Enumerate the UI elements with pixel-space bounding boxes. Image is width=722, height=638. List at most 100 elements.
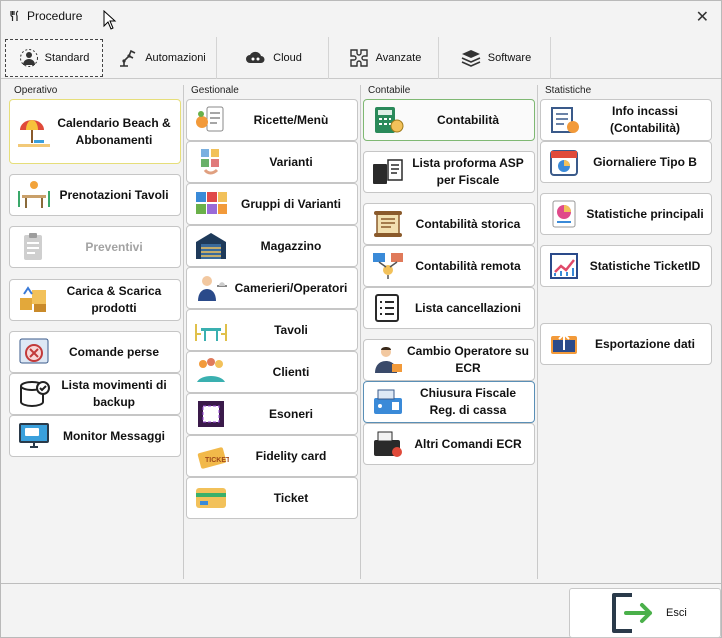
button-label: Contabilità remota <box>415 258 521 273</box>
button-label: Altri Comandi ECR <box>414 436 522 451</box>
clienti-button[interactable]: Clienti <box>186 351 358 393</box>
lista-cancellazioni-button[interactable]: Lista cancellazioni <box>363 287 535 329</box>
register-icon <box>374 389 402 414</box>
carica-scarica-button[interactable]: Carica & Scarica prodotti <box>9 279 181 321</box>
prenotazioni-tavoli-button[interactable]: Prenotazioni Tavoli <box>9 174 181 216</box>
boxes-icon <box>20 286 46 312</box>
button-label: Lista cancellazioni <box>414 300 522 315</box>
tables-icon <box>195 324 227 341</box>
close-icon[interactable]: ✕ <box>696 7 709 27</box>
variants-icon <box>201 149 219 175</box>
button-label: Ticket <box>273 490 309 505</box>
robot-arm-icon <box>120 49 136 67</box>
tab-cloud[interactable]: Cloud <box>219 37 329 79</box>
contabilita-remota-button[interactable]: Contabilità remota <box>363 245 535 287</box>
svg-text:TICKET: TICKET <box>205 457 229 464</box>
comande-perse-button[interactable]: Comande perse <box>9 331 181 373</box>
fidelity-card-button[interactable]: TICKET Fidelity card <box>186 435 358 477</box>
gruppi-varianti-button[interactable]: Gruppi di Varianti <box>186 183 358 225</box>
button-label: Prenotazioni Tavoli <box>59 187 169 202</box>
puzzle-icon <box>349 49 368 67</box>
waiter-icon <box>198 276 227 301</box>
window-title: Procedure <box>27 9 83 23</box>
statistiche-principali-button[interactable]: Statistiche principali <box>540 193 712 235</box>
button-label: Camerieri/Operatori <box>234 280 348 295</box>
calendario-beach-button[interactable]: Calendario Beach & Abbonamenti <box>9 99 181 164</box>
magazzino-button[interactable]: Magazzino <box>186 225 358 267</box>
contabilita-storica-button[interactable]: Contabilità storica <box>363 203 535 245</box>
table-booking-icon <box>18 181 50 208</box>
tab-software[interactable]: Software <box>441 37 551 79</box>
ricette-menu-button[interactable]: Ricette/Menù <box>186 99 358 141</box>
recipe-icon <box>196 106 224 132</box>
column-divider <box>360 85 361 579</box>
tab-automazioni[interactable]: Automazioni <box>107 37 217 79</box>
contabilita-button[interactable]: Contabilità <box>363 99 535 141</box>
button-label: Tavoli <box>274 322 308 337</box>
button-label: Statistiche principali <box>586 206 704 221</box>
gear-person-icon <box>19 49 38 67</box>
pie-chart-icon <box>552 200 576 228</box>
cambio-operatore-button[interactable]: Cambio Operatore su ECR <box>363 339 535 381</box>
button-label: Comande perse <box>68 344 160 359</box>
varianti-button[interactable]: Varianti <box>186 141 358 183</box>
clipboard-icon <box>24 233 42 260</box>
proforma-icon <box>373 159 403 184</box>
button-label: Statistiche TicketID <box>589 258 701 273</box>
button-label: Fidelity card <box>255 448 327 463</box>
camerieri-operatori-button[interactable]: Camerieri/Operatori <box>186 267 358 309</box>
esci-button[interactable]: Esci <box>569 588 721 638</box>
tavoli-button[interactable]: Tavoli <box>186 309 358 351</box>
altri-comandi-ecr-button[interactable]: Altri Comandi ECR <box>363 423 535 465</box>
clients-icon <box>197 358 225 382</box>
button-label: Chiusura Fiscale Reg. di cassa <box>419 386 517 417</box>
income-icon <box>551 107 579 133</box>
tab-standard[interactable]: Standard <box>5 39 103 77</box>
lost-order-icon <box>19 338 49 364</box>
button-label: Giornaliere Tipo B <box>593 154 697 169</box>
monitor-icon <box>19 423 49 448</box>
preventivi-button[interactable]: Preventivi <box>9 226 181 268</box>
list-icon <box>375 294 399 322</box>
button-label: Esportazione dati <box>594 336 695 351</box>
tab-label: Software <box>487 52 532 64</box>
esportazione-dati-button[interactable]: Esportazione dati <box>540 323 712 365</box>
button-label: Magazzino <box>260 238 322 253</box>
esci-label: Esci <box>666 607 687 619</box>
lista-movimenti-backup-button[interactable]: Lista movimenti di backup <box>9 373 181 415</box>
tab-label: Avanzate <box>375 52 422 64</box>
tab-label: Automazioni <box>145 52 206 64</box>
tab-avanzate[interactable]: Avanzate <box>331 37 439 79</box>
calendar-chart-icon <box>550 150 578 176</box>
card-icon <box>196 488 226 508</box>
chiusura-fiscale-button[interactable]: Chiusura Fiscale Reg. di cassa <box>363 381 535 423</box>
warehouse-icon <box>196 233 226 259</box>
lista-proforma-button[interactable]: Lista proforma ASP per Fiscale <box>363 151 535 193</box>
cloud-icon <box>246 51 265 63</box>
statistiche-ticketid-button[interactable]: Statistiche TicketID <box>540 245 712 287</box>
export-icon <box>551 332 577 354</box>
info-incassi-button[interactable]: Info incassi (Contabilità) <box>540 99 712 141</box>
section-label-operativo: Operativo <box>14 85 58 96</box>
button-label: Carica & Scarica prodotti <box>66 284 162 315</box>
button-label: Contabilità <box>437 112 499 127</box>
esoneri-button[interactable]: Esoneri <box>186 393 358 435</box>
button-label: Contabilità storica <box>415 216 521 231</box>
trend-chart-icon <box>550 253 578 279</box>
button-label: Gruppi di Varianti <box>240 196 341 211</box>
scroll-icon <box>374 211 402 237</box>
tab-strip: Standard Automazioni Cloud Avanzate Soft… <box>1 37 721 79</box>
ticket-button[interactable]: Ticket <box>186 477 358 519</box>
tab-label: Cloud <box>273 52 302 64</box>
ticket-icon: TICKET <box>197 447 229 469</box>
monitor-messaggi-button[interactable]: Monitor Messaggi <box>9 415 181 457</box>
button-label: Calendario Beach & Abbonamenti <box>57 115 171 147</box>
column-divider <box>183 85 184 579</box>
section-label-gestionale: Gestionale <box>191 85 239 96</box>
column-divider <box>537 85 538 579</box>
section-label-contabile: Contabile <box>368 85 411 96</box>
button-label: Cambio Operatore su ECR <box>406 344 530 375</box>
giornaliere-tipo-b-button[interactable]: Giornaliere Tipo B <box>540 141 712 183</box>
ecr-icon <box>374 431 402 457</box>
variant-groups-icon <box>196 192 227 214</box>
